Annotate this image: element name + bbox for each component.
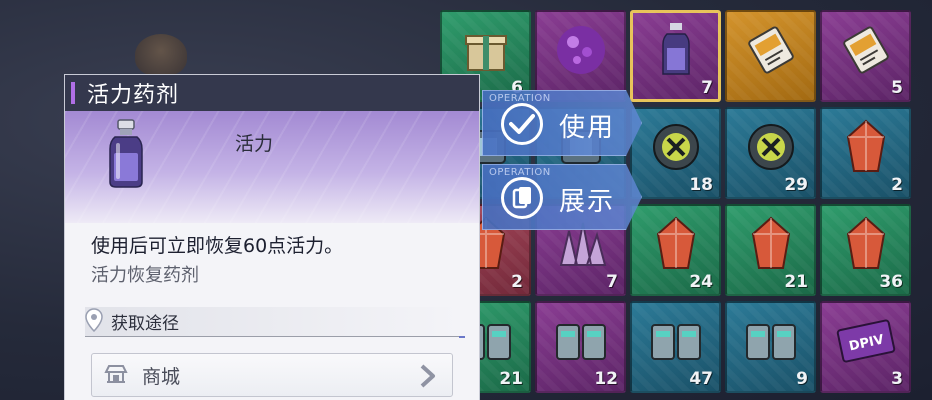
- inventory-slot[interactable]: 5: [820, 10, 911, 102]
- item-count: 3: [891, 369, 903, 389]
- item-count: 21: [784, 272, 808, 292]
- item-count: 2: [511, 272, 523, 292]
- potion-bottle-icon: [661, 22, 691, 82]
- item-count: 21: [499, 369, 523, 389]
- gear-core-icon: [745, 121, 797, 177]
- inventory-slot[interactable]: 12: [535, 301, 626, 393]
- ticket-card-icon: [838, 22, 894, 82]
- show-label: 展示: [559, 187, 616, 217]
- acquisition-header: 获取途径: [85, 307, 465, 338]
- potion-bottle-icon: [107, 119, 145, 193]
- item-count: 24: [689, 272, 713, 292]
- battery-pack-icon: [553, 317, 609, 369]
- item-count: 47: [689, 369, 713, 389]
- acquisition-label: 获取途径: [111, 314, 179, 334]
- shop-icon: [104, 361, 128, 389]
- inventory-slot[interactable]: 7: [630, 10, 721, 102]
- inventory-slot[interactable]: [725, 10, 816, 102]
- shop-label: 商城: [142, 365, 181, 388]
- inventory-slot[interactable]: 47: [630, 301, 721, 393]
- item-count: 9: [796, 369, 808, 389]
- dpiv-card-icon: DPIV: [836, 319, 896, 367]
- item-count: 2: [891, 175, 903, 195]
- battery-pack-icon: [743, 317, 799, 369]
- gift-box-icon: [462, 26, 510, 78]
- item-count: 29: [784, 175, 808, 195]
- item-count: 7: [606, 272, 618, 292]
- location-pin-icon: [85, 307, 103, 336]
- item-count: 12: [594, 369, 618, 389]
- inventory-slot[interactable]: 36: [820, 204, 911, 296]
- inventory-slot[interactable]: 21: [725, 204, 816, 296]
- use-label: 使用: [559, 113, 616, 143]
- item-name: 活力药剂: [87, 83, 180, 108]
- showcase-icon: [501, 177, 543, 219]
- crystal-icon: [844, 216, 888, 276]
- crystal-icon: [654, 216, 698, 276]
- item-category: 活力: [235, 133, 274, 155]
- inventory-slot[interactable]: 2: [820, 107, 911, 199]
- gear-core-icon: [650, 121, 702, 177]
- item-count: 5: [891, 78, 903, 98]
- chevron-right-icon: [418, 364, 436, 392]
- item-detail-panel: 活力药剂 活力 使用后可立即恢复60点活力。 活力恢复药剂 获取途径 商城: [64, 74, 480, 400]
- panel-header: 活力药剂: [65, 75, 479, 111]
- show-button[interactable]: OPERATION 展示: [482, 164, 642, 230]
- ticket-card-icon: [743, 22, 799, 82]
- background-ornament: [135, 34, 187, 76]
- inventory-slot[interactable]: 9: [725, 301, 816, 393]
- crystal-icon: [844, 119, 888, 179]
- acquisition-underline-accent: [459, 336, 465, 338]
- inventory-slot[interactable]: DPIV 3: [820, 301, 911, 393]
- item-banner: 活力: [65, 111, 479, 223]
- inventory-slot[interactable]: [535, 10, 626, 102]
- purple-orb-icon: [553, 22, 609, 82]
- inventory-slot[interactable]: 29: [725, 107, 816, 199]
- item-count: 18: [689, 175, 713, 195]
- header-accent-bar: [71, 82, 75, 104]
- inventory-slot[interactable]: 24: [630, 204, 721, 296]
- item-subtitle: 活力恢复药剂: [91, 265, 199, 286]
- checkmark-icon: [501, 103, 543, 145]
- item-description: 使用后可立即恢复60点活力。: [91, 235, 344, 257]
- item-count: 36: [879, 272, 903, 292]
- battery-pack-icon: [648, 317, 704, 369]
- inventory-slot[interactable]: 18: [630, 107, 721, 199]
- use-button[interactable]: OPERATION 使用: [482, 90, 642, 156]
- shop-source-button[interactable]: 商城: [91, 353, 453, 397]
- crystal-icon: [749, 216, 793, 276]
- item-count: 7: [701, 78, 713, 98]
